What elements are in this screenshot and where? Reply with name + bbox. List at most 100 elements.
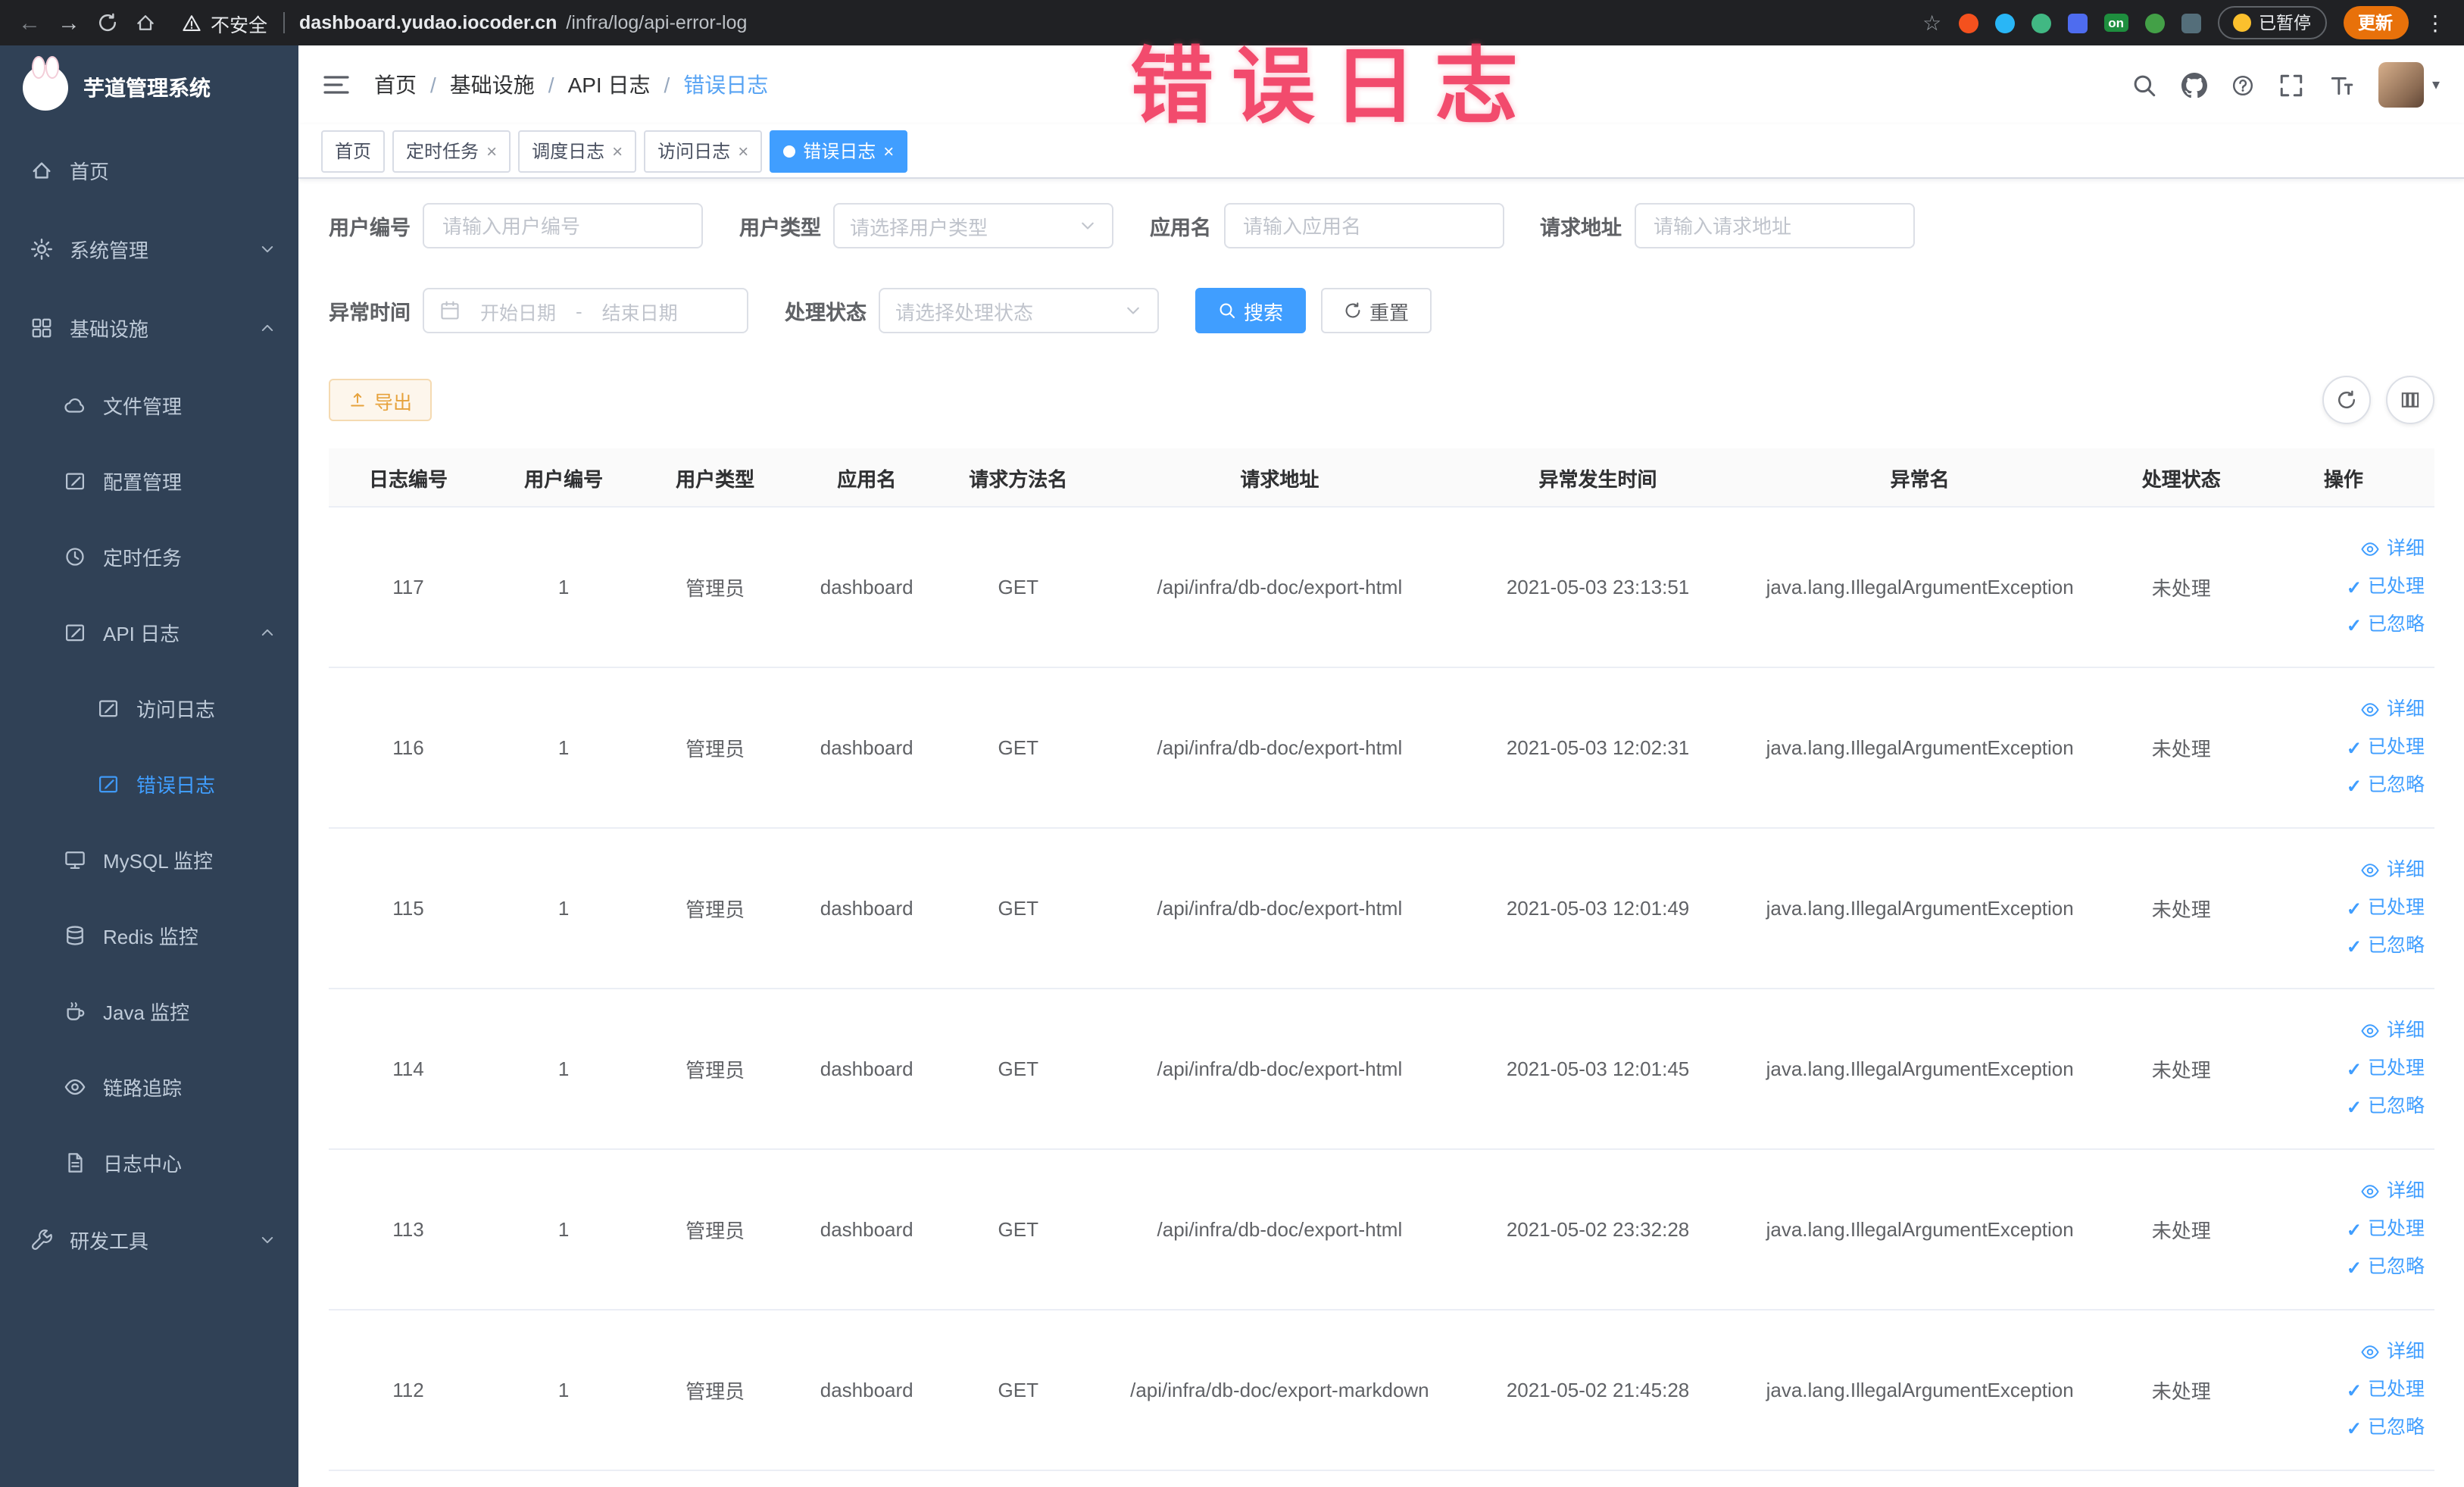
browser-menu-icon[interactable]: ⋮ <box>2425 10 2446 36</box>
help-icon[interactable] <box>2232 73 2255 96</box>
breadcrumb-item[interactable]: 基础设施 <box>450 70 535 100</box>
sidebar-item-infra[interactable]: 基础设施 <box>0 288 298 367</box>
ignored-link[interactable]: ✓ 已忽略 <box>2263 1248 2425 1286</box>
app-name-input[interactable] <box>1240 213 1487 239</box>
search-icon[interactable] <box>2132 72 2158 98</box>
search-button[interactable]: 搜索 <box>1195 288 1307 333</box>
column-settings-button[interactable] <box>2385 376 2434 424</box>
sidebar-item-config-manage[interactable]: 配置管理 <box>0 442 298 518</box>
processed-link[interactable]: ✓ 已处理 <box>2263 1050 2425 1088</box>
tag-error-log[interactable]: 错误日志 × <box>770 130 908 172</box>
cell-user-type: 管理员 <box>639 507 792 668</box>
user-id-input[interactable] <box>439 213 686 239</box>
cell-exception-time: 2021-05-02 21:45:28 <box>1465 1310 1731 1471</box>
breadcrumb-item[interactable]: 首页 <box>374 70 417 100</box>
ignored-link[interactable]: ✓ 已忽略 <box>2263 1088 2425 1126</box>
cell-user-type: 管理员 <box>639 1310 792 1471</box>
date-range-picker[interactable]: 开始日期 - 结束日期 <box>423 288 748 333</box>
sidebar-item-mysql-monitor[interactable]: MySQL 监控 <box>0 821 298 897</box>
processed-link[interactable]: ✓ 已处理 <box>2263 889 2425 927</box>
cell-log-id: 115 <box>329 828 489 989</box>
extension-on-badge[interactable]: on <box>2103 13 2128 33</box>
chevron-up-icon <box>259 319 276 336</box>
breadcrumb-item[interactable]: API 日志 <box>568 70 651 100</box>
sidebar-item-home[interactable]: 首页 <box>0 130 298 209</box>
cell-actions: 详细 ✓ 已处理 ✓ 已忽略 <box>2253 667 2434 829</box>
export-button[interactable]: 导出 <box>329 379 433 421</box>
extension-orange-icon[interactable] <box>1958 13 1978 33</box>
export-icon <box>348 391 367 409</box>
github-icon[interactable] <box>2182 72 2208 98</box>
cell-exception-name: java.lang.IllegalArgumentException <box>1730 989 2110 1150</box>
extension-grid-icon[interactable] <box>2067 13 2088 33</box>
refresh-table-button[interactable] <box>2322 376 2370 424</box>
process-status-select[interactable]: 请选择处理状态 <box>879 288 1159 333</box>
check-icon: ✓ <box>2346 576 2362 598</box>
user-type-select[interactable]: 请选择用户类型 <box>833 203 1113 248</box>
detail-link[interactable]: 详细 <box>2263 1333 2425 1371</box>
end-date-placeholder: 结束日期 <box>601 302 678 323</box>
sidebar-item-log-center[interactable]: 日志中心 <box>0 1124 298 1200</box>
cell-actions: 详细 ✓ 已处理 ✓ 已忽略 <box>2253 989 2434 1150</box>
cell-user-type: 管理员 <box>639 989 792 1150</box>
font-size-icon[interactable] <box>2329 72 2355 98</box>
processed-link[interactable]: ✓ 已处理 <box>2263 1211 2425 1248</box>
extension-dark-icon[interactable] <box>2181 13 2201 33</box>
user-menu[interactable]: ▾ <box>2378 62 2440 108</box>
sidebar-item-system[interactable]: 系统管理 <box>0 209 298 288</box>
browser-update-button[interactable]: 更新 <box>2343 6 2408 39</box>
detail-link[interactable]: 详细 <box>2263 691 2425 729</box>
table-tools <box>2322 376 2434 424</box>
start-date-placeholder: 开始日期 <box>479 302 556 323</box>
close-icon[interactable]: × <box>883 142 894 160</box>
close-icon[interactable]: × <box>612 142 623 160</box>
tag-schedule-log[interactable]: 调度日志 × <box>518 130 637 172</box>
sidebar-item-api-log[interactable]: API 日志 <box>0 594 298 670</box>
detail-link[interactable]: 详细 <box>2263 530 2425 568</box>
sidebar-item-access-log[interactable]: 访问日志 <box>0 670 298 745</box>
forward-arrow-icon[interactable]: → <box>58 11 80 34</box>
sidebar-item-dev-tools[interactable]: 研发工具 <box>0 1200 298 1279</box>
cell-exception-name: java.lang.IllegalArgumentException <box>1730 1149 2110 1310</box>
processed-link[interactable]: ✓ 已处理 <box>2263 729 2425 767</box>
fullscreen-icon[interactable] <box>2279 72 2305 98</box>
screen: ← → 不安全 dashboard.yudao.iocoder.cn/infra… <box>0 0 2464 1487</box>
sidebar-item-scheduled-tasks[interactable]: 定时任务 <box>0 518 298 594</box>
back-arrow-icon[interactable]: ← <box>18 11 41 34</box>
extension-blue-icon[interactable] <box>1994 13 2015 33</box>
sidebar-item-java-monitor[interactable]: Java 监控 <box>0 973 298 1048</box>
ignored-link[interactable]: ✓ 已忽略 <box>2263 767 2425 804</box>
hamburger-icon[interactable] <box>323 73 350 97</box>
browser-home-icon[interactable] <box>135 12 156 33</box>
reload-icon[interactable] <box>97 12 118 33</box>
processed-link[interactable]: ✓ 已处理 <box>2263 1371 2425 1409</box>
ignored-link[interactable]: ✓ 已忽略 <box>2263 1409 2425 1447</box>
logo-image <box>23 56 68 111</box>
vue-devtools-icon[interactable] <box>2031 13 2051 33</box>
ignored-link[interactable]: ✓ 已忽略 <box>2263 606 2425 644</box>
close-icon[interactable]: × <box>486 142 497 160</box>
paused-badge[interactable]: 已暂停 <box>2218 6 2326 39</box>
detail-link[interactable]: 详细 <box>2263 1012 2425 1050</box>
tag-scheduled-tasks[interactable]: 定时任务 × <box>392 130 511 172</box>
reset-button[interactable]: 重置 <box>1321 288 1432 333</box>
request-url-field <box>1634 203 1914 248</box>
ignored-link[interactable]: ✓ 已忽略 <box>2263 927 2425 965</box>
field-label: 用户类型 <box>739 217 821 239</box>
bookmark-star-icon[interactable]: ☆ <box>1922 10 1941 36</box>
detail-link[interactable]: 详细 <box>2263 851 2425 889</box>
extension-green-icon[interactable] <box>2145 13 2165 33</box>
address-bar[interactable]: 不安全 dashboard.yudao.iocoder.cn/infra/log… <box>182 8 747 37</box>
sidebar-item-trace[interactable]: 链路追踪 <box>0 1048 298 1124</box>
close-icon[interactable]: × <box>738 142 748 160</box>
detail-link[interactable]: 详细 <box>2263 1173 2425 1211</box>
filter-user-type: 用户类型 请选择用户类型 <box>739 203 1113 248</box>
tag-access-log[interactable]: 访问日志 × <box>644 130 763 172</box>
request-url-input[interactable] <box>1650 213 1897 239</box>
processed-link[interactable]: ✓ 已处理 <box>2263 568 2425 606</box>
check-icon: ✓ <box>2346 1219 2362 1240</box>
sidebar-item-redis-monitor[interactable]: Redis 监控 <box>0 897 298 973</box>
sidebar-item-error-log[interactable]: 错误日志 <box>0 745 298 821</box>
tag-home[interactable]: 首页 <box>321 130 386 172</box>
sidebar-item-file-manage[interactable]: 文件管理 <box>0 367 298 442</box>
